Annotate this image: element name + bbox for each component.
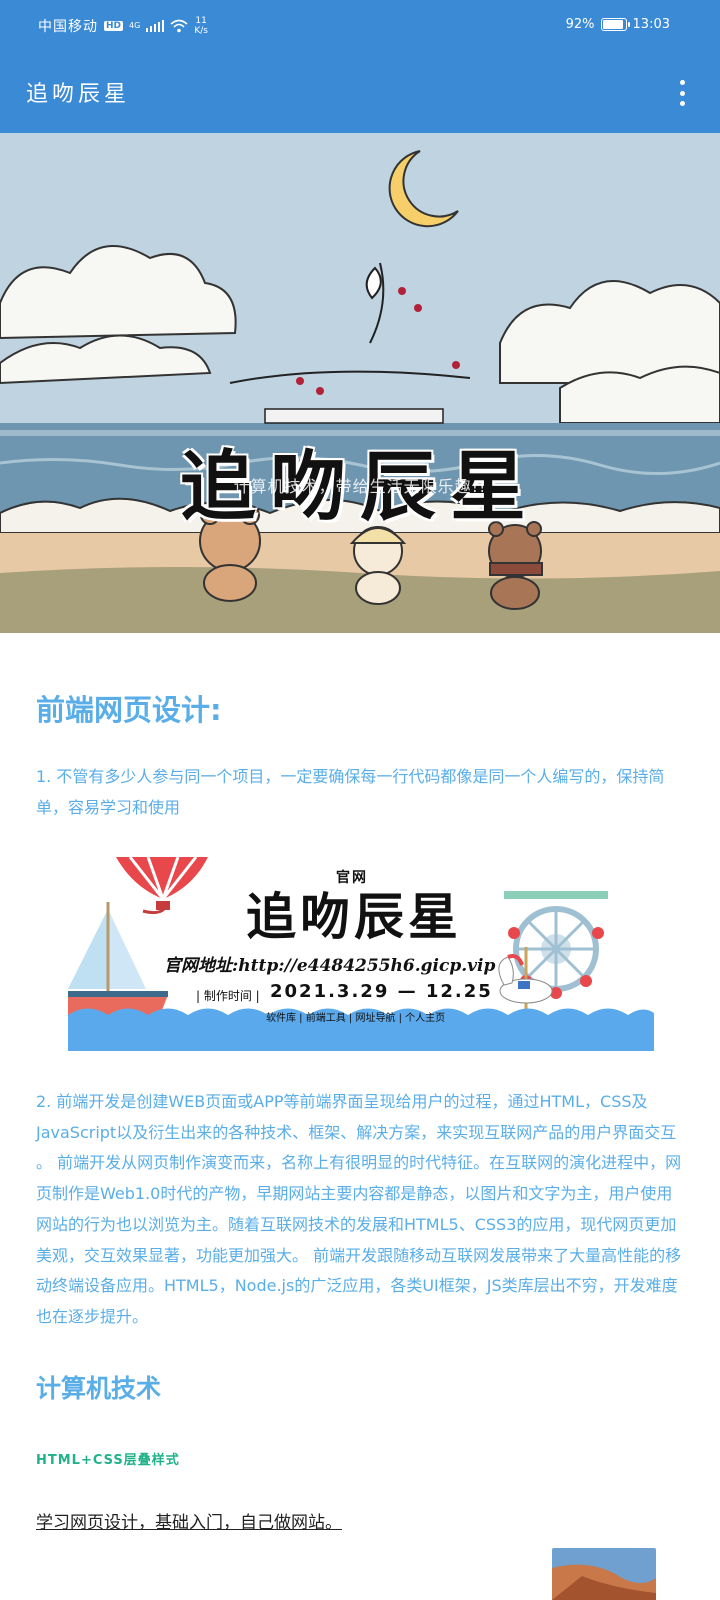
hero-illustration: [0, 133, 720, 633]
status-bar: 中国移动 HD 4G 11 K/s 92% 13:03: [0, 0, 720, 52]
battery-icon: [600, 18, 630, 31]
article-link[interactable]: 学习网页设计，基础入门，自己做网站。: [36, 1508, 342, 1533]
paragraph-2: 2. 前端开发是创建WEB页面或APP等前端界面呈现给用户的过程，通过HTML，…: [36, 1092, 682, 1326]
section-heading-computer-tech: 计算机技术: [36, 1373, 162, 1403]
battery-percent: 92%: [565, 17, 595, 32]
app-title: 追吻辰星: [26, 82, 131, 107]
article-continued: 2. 前端开发是创建WEB页面或APP等前端界面呈现给用户的过程，通过HTML，…: [36, 1087, 686, 1533]
ad-links: 软件库 | 前端工具 | 网址导航 | 个人主页: [266, 1013, 446, 1024]
signal-icon: [146, 20, 165, 32]
ad-date: 2021.3.29 — 12.25: [270, 981, 493, 1002]
ad-date-label: | 制作时间 |: [196, 989, 260, 1003]
speed-value: 11: [195, 16, 207, 26]
speed-unit: K/s: [194, 26, 208, 36]
promo-banner-image[interactable]: 官网 追吻辰星 官网地址:http://e4484255h6.gicp.vip …: [68, 857, 654, 1051]
carrier-label: 中国移动: [38, 19, 98, 35]
ad-url: 官网地址:http://e4484255h6.gicp.vip: [164, 956, 496, 976]
hero-banner: 追吻辰星 计算机技术，带给生活无限乐趣!!: [0, 133, 720, 633]
network-type: 4G: [129, 21, 141, 30]
wifi-icon: [170, 19, 188, 33]
paragraph-1: 1. 不管有多少人参与同一个项目，一定要确保每一行代码都像是同一个人编写的，保持…: [36, 767, 665, 817]
ad-title: 追吻辰星: [246, 887, 462, 946]
status-left: 中国移动 HD 4G 11 K/s: [38, 16, 208, 36]
article-content: 前端网页设计: 1. 不管有多少人参与同一个项目，一定要确保每一行代码都像是同一…: [36, 690, 686, 823]
hero-subtitle: 计算机技术，带给生活无限乐趣!!: [233, 477, 487, 496]
article-thumbnail[interactable]: [552, 1548, 656, 1600]
thumbnail-image: [552, 1548, 656, 1600]
clock: 13:03: [632, 17, 670, 32]
network-speed: 11 K/s: [194, 16, 208, 36]
section-heading-frontend: 前端网页设计:: [36, 693, 222, 727]
app-bar: 追吻辰星: [0, 52, 720, 133]
hd-badge: HD: [104, 21, 124, 31]
status-right: 92% 13:03: [566, 17, 670, 32]
battery-fill: [602, 20, 623, 29]
category-label: HTML+CSS层叠样式: [36, 1452, 180, 1468]
more-options-icon[interactable]: [674, 78, 690, 108]
